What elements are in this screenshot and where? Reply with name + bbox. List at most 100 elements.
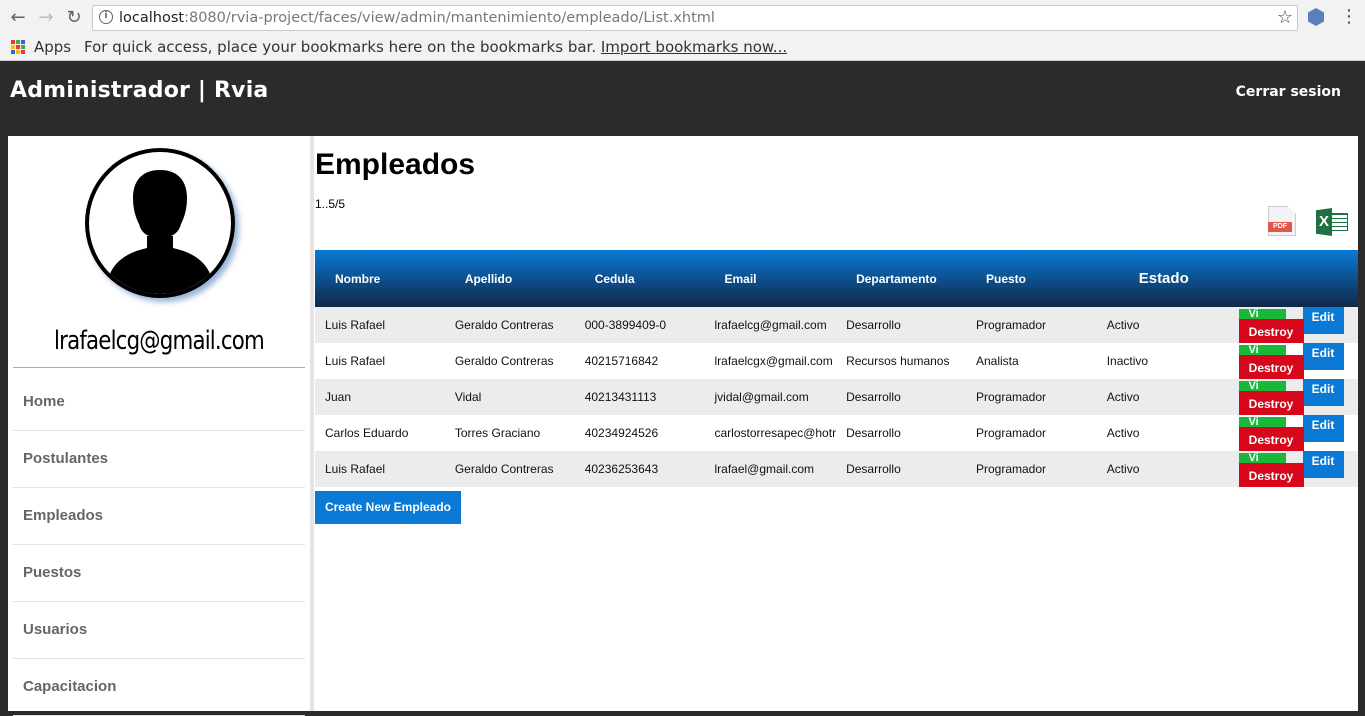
table-row: Carlos Eduardo Torres Graciano 40234924526… (315, 415, 1358, 451)
column-header-nombre[interactable]: Nombre (315, 250, 445, 307)
reload-icon[interactable]: ↻ (62, 6, 86, 30)
avatar (85, 148, 235, 298)
bookmark-star-icon[interactable]: ☆ (1277, 7, 1293, 28)
cell-estado: Activo (1106, 426, 1140, 440)
column-header-estado[interactable]: Estado (1097, 250, 1228, 307)
column-header-puesto[interactable]: Puesto (966, 250, 1097, 307)
table-row: Luis Rafael Geraldo Contreras 40236253643 l… (315, 451, 1358, 487)
cell-departamento: Desarrollo (846, 462, 901, 476)
sidebar-item-postulantes[interactable]: Postulantes (13, 431, 305, 488)
cell-nombre: Luis Rafael (325, 462, 386, 476)
destroy-button[interactable]: Destroy (1238, 319, 1304, 343)
cell-cedula: 40234924526 (584, 426, 659, 440)
column-header-departamento[interactable]: Departamento (836, 250, 966, 307)
url-text: localhost:8080/rvia-project/faces/view/a… (119, 10, 715, 26)
page-title: Empleados (315, 148, 476, 181)
cell-apellido: Geraldo Contreras (454, 462, 554, 476)
apps-grid-icon[interactable] (11, 40, 25, 54)
excel-x-label: X (1316, 208, 1332, 236)
pager-status: 1..5/5 (315, 197, 346, 211)
info-icon[interactable]: i (99, 10, 113, 24)
edit-button[interactable]: Edit (1302, 415, 1344, 442)
user-silhouette-icon (109, 170, 211, 294)
app-header: Administrador | Rvia Cerrar sesion (0, 62, 1365, 134)
destroy-button[interactable]: Destroy (1238, 355, 1304, 379)
cell-estado: Activo (1106, 390, 1140, 404)
view-button[interactable]: Vi (1238, 345, 1286, 355)
edit-button[interactable]: Edit (1302, 379, 1344, 406)
cell-cedula: 40213431113 (584, 390, 657, 404)
sidebar-item-puestos[interactable]: Puestos (13, 545, 305, 602)
address-bar[interactable]: i localhost:8080/rvia-project/faces/view… (92, 5, 1298, 31)
apps-label[interactable]: Apps (34, 38, 71, 56)
excel-export-icon[interactable]: X (1316, 208, 1348, 236)
edit-button[interactable]: Edit (1302, 451, 1344, 478)
extension-icon[interactable] (1308, 8, 1324, 26)
cell-nombre: Luis Rafael (325, 354, 386, 368)
cell-nombre: Luis Rafael (325, 318, 386, 332)
cell-email: lrafaelcgx@gmail.com (714, 354, 833, 368)
destroy-button[interactable]: Destroy (1238, 427, 1304, 451)
empleados-table: Nombre Apellido Cedula Email Departament… (315, 250, 1358, 487)
import-bookmarks-link[interactable]: Import bookmarks now... (601, 38, 787, 56)
create-empleado-button[interactable]: Create New Empleado (315, 491, 461, 524)
sidebar-item-usuarios[interactable]: Usuarios (13, 602, 305, 659)
forward-arrow-icon[interactable]: → (34, 6, 58, 30)
cell-puesto: Programador (975, 426, 1047, 440)
logout-link[interactable]: Cerrar sesion (1236, 84, 1341, 100)
cell-actions: Vi Edit Destroy (1228, 451, 1358, 487)
cell-email: jvidal@gmail.com (714, 390, 809, 404)
column-header-email[interactable]: Email (705, 250, 837, 307)
cell-apellido: Geraldo Contreras (454, 354, 554, 368)
view-button[interactable]: Vi (1238, 381, 1286, 391)
browser-menu-icon[interactable]: ⋮ (1340, 6, 1358, 27)
sidebar-item-home[interactable]: Home (13, 374, 305, 431)
sidebar: lrafaelcg@gmail.com Home Postulantes Emp… (8, 136, 310, 716)
cell-departamento: Recursos humanos (846, 354, 950, 368)
view-button[interactable]: Vi (1238, 309, 1286, 319)
cell-apellido: Geraldo Contreras (454, 318, 554, 332)
excel-grid-shape (1331, 213, 1348, 231)
main-content: Empleados 1..5/5 PDF X Nombre Apellido C… (314, 136, 1358, 711)
cell-email: lrafaelcg@gmail.com (714, 318, 827, 332)
column-header-cedula[interactable]: Cedula (575, 250, 705, 307)
sidebar-item-empleados[interactable]: Empleados (13, 488, 305, 545)
cell-cedula: 40236253643 (584, 462, 659, 476)
cell-puesto: Programador (975, 462, 1047, 476)
cell-estado: Activo (1106, 462, 1140, 476)
cell-nombre: Carlos Eduardo (325, 426, 409, 440)
bookmarks-bar: Apps For quick access, place your bookma… (0, 36, 1365, 61)
cell-email: lrafael@gmail.com (714, 462, 815, 476)
cell-puesto: Programador (975, 390, 1047, 404)
destroy-button[interactable]: Destroy (1238, 391, 1304, 415)
brand-title: Administrador | Rvia (10, 78, 269, 103)
pdf-export-label[interactable]: PDF (1268, 222, 1292, 232)
edit-button[interactable]: Edit (1302, 343, 1344, 370)
cell-actions: Vi Edit Destroy (1228, 307, 1358, 343)
cell-cedula: 40215716842 (584, 354, 659, 368)
bookmarks-message: For quick access, place your bookmarks h… (84, 38, 788, 56)
cell-estado: Inactivo (1106, 354, 1149, 368)
sidebar-divider (13, 367, 305, 368)
cell-puesto: Analista (975, 354, 1019, 368)
back-arrow-icon[interactable]: ← (6, 6, 30, 30)
column-header-actions (1228, 250, 1358, 307)
view-button[interactable]: Vi (1238, 453, 1286, 463)
cell-puesto: Programador (975, 318, 1047, 332)
cell-apellido: Vidal (454, 390, 482, 404)
column-header-apellido[interactable]: Apellido (445, 250, 575, 307)
table-row: Luis Rafael Geraldo Contreras 40215716842 l… (315, 343, 1358, 379)
destroy-button[interactable]: Destroy (1238, 463, 1304, 487)
edit-button[interactable]: Edit (1302, 307, 1344, 334)
cell-email: carlostorresapec@hotr (714, 426, 837, 440)
cell-departamento: Desarrollo (846, 426, 901, 440)
view-button[interactable]: Vi (1238, 417, 1286, 427)
table-header-row: Nombre Apellido Cedula Email Departament… (315, 250, 1358, 307)
cell-nombre: Juan (325, 390, 352, 404)
cell-apellido: Torres Graciano (454, 426, 541, 440)
window-edge (1358, 136, 1365, 711)
cell-actions: Vi Edit Destroy (1228, 415, 1358, 451)
sidebar-item-capacitacion[interactable]: Capacitacion (13, 659, 305, 716)
cell-actions: Vi Edit Destroy (1228, 379, 1358, 415)
cell-estado: Activo (1106, 318, 1140, 332)
